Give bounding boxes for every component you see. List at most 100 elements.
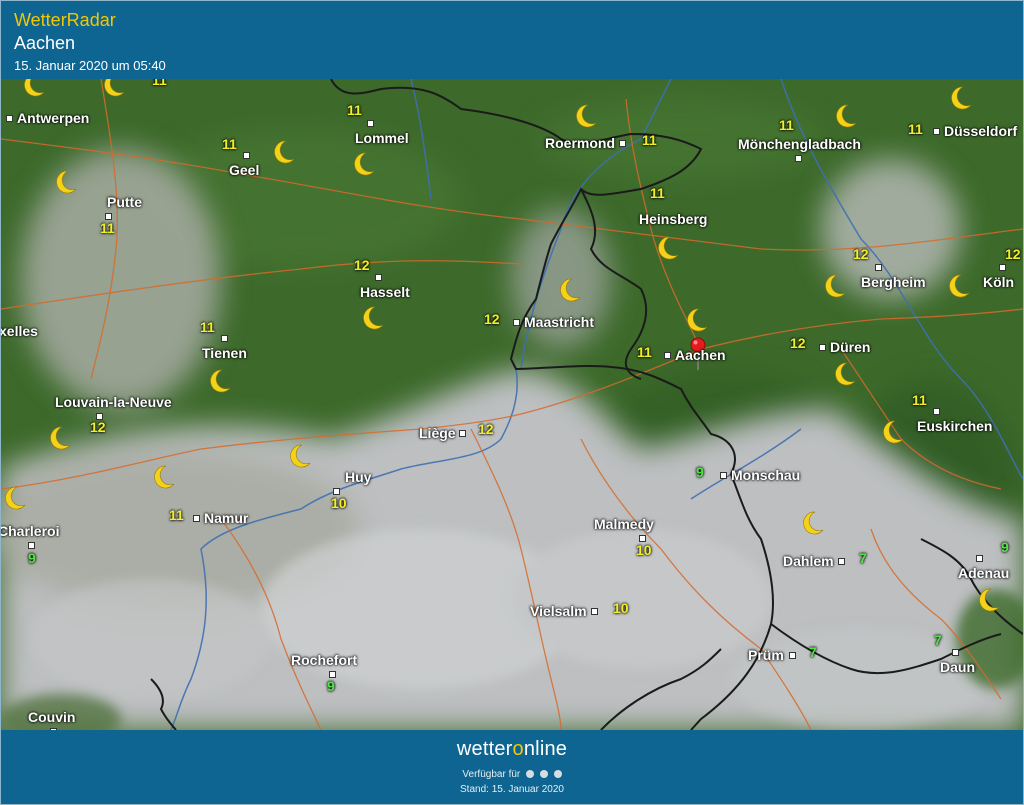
city-marker [329, 671, 336, 678]
city-marker [933, 127, 940, 135]
city-marker [333, 488, 340, 495]
timestamp: 15. Januar 2020 um 05:40 [14, 58, 166, 73]
city-marker [105, 213, 112, 220]
temperature-label: 11 [200, 319, 215, 335]
city-label: Liège [419, 425, 456, 441]
app-footer: wetteronline Verfügbar für Stand: 15. Ja… [1, 730, 1023, 804]
apple-icon[interactable] [539, 770, 548, 779]
moon-icon [274, 140, 295, 164]
city-euskirchen[interactable]: Euskirchen [917, 408, 992, 434]
moon-icon [949, 274, 970, 298]
city-marker [513, 318, 520, 326]
city-pruem[interactable]: Prüm [748, 647, 800, 663]
city-antwerpen[interactable]: Antwerpen [6, 110, 89, 126]
logo-text-left: wetter [456, 738, 513, 760]
city-label: Huy [345, 469, 372, 485]
city-tienen[interactable]: Tienen [202, 335, 247, 361]
moon-icon [290, 444, 311, 468]
city-label: Köln [983, 274, 1015, 290]
moon-icon [56, 170, 77, 194]
city-label: Prüm [748, 647, 784, 663]
city-label: Euskirchen [917, 418, 993, 434]
city-marker [96, 413, 103, 420]
city-marker [221, 335, 228, 342]
city-heinsberg[interactable]: Heinsberg [639, 201, 707, 227]
city-label: Dahlem [783, 553, 834, 569]
city-couvin[interactable]: Couvin [28, 709, 75, 730]
moon-icon [803, 511, 824, 535]
city-roermond[interactable]: Roermond [545, 135, 630, 151]
moon-icon [154, 465, 175, 489]
city-label: Heinsberg [639, 211, 708, 227]
city-namur[interactable]: Namur [193, 510, 248, 526]
temperature-label: 11 [222, 136, 237, 152]
city-marker [367, 120, 374, 127]
city-dahlem[interactable]: Dahlem [783, 553, 849, 569]
city-bruxelles[interactable]: xelles [1, 323, 38, 339]
city-moenchengladbach[interactable]: Mönchengladbach [738, 136, 861, 162]
wetteronline-logo[interactable]: wetteronline [1, 738, 1023, 761]
city-louvain[interactable]: Louvain-la-Neuve [55, 394, 172, 420]
temperature-label: 11 [912, 392, 927, 408]
temperature-label: 11 [347, 102, 362, 118]
app-header: WetterRadar Aachen 15. Januar 2020 um 05… [1, 1, 1023, 79]
city-maastricht[interactable]: Maastricht [513, 314, 594, 330]
city-huy[interactable]: Huy [330, 469, 371, 495]
city-dueren[interactable]: Düren [819, 339, 870, 355]
city-label: Düsseldorf [944, 123, 1018, 139]
city-geel[interactable]: Geel [229, 152, 259, 178]
city-hasselt[interactable]: Hasselt [360, 274, 410, 300]
temperature-label: 12 [484, 311, 500, 327]
temperature-label: 11 [100, 220, 115, 236]
temperature-label: 9 [327, 678, 335, 694]
city-label: Couvin [28, 709, 76, 725]
logo-text-o: o [512, 738, 524, 760]
city-liege[interactable]: Liège [419, 425, 470, 441]
city-vielsalm[interactable]: Vielsalm [530, 603, 602, 619]
city-bergheim[interactable]: Bergheim [861, 264, 926, 290]
city-marker [375, 274, 382, 281]
temperature-label: 11 [650, 185, 665, 201]
city-rochefort[interactable]: Rochefort [291, 652, 357, 678]
temperature-label: 7 [809, 644, 817, 660]
temperature-label: 7 [859, 550, 867, 566]
city-aachen[interactable]: Aachen [664, 347, 726, 363]
city-duesseldorf[interactable]: Düsseldorf [933, 123, 1017, 139]
moon-icon [979, 588, 1000, 612]
windows-icon[interactable] [553, 770, 562, 779]
temperature-label: 7 [934, 632, 942, 648]
android-icon[interactable] [526, 770, 535, 779]
city-label: Aachen [675, 347, 726, 363]
city-charleroi[interactable]: Charleroi [1, 523, 59, 549]
city-label: Geel [229, 162, 260, 178]
moon-icon [560, 278, 581, 302]
city-label: Bergheim [861, 274, 926, 290]
city-daun[interactable]: Daun [940, 649, 975, 675]
city-label: Roermond [545, 135, 615, 151]
data-stand: Stand: 15. Januar 2020 [460, 784, 564, 795]
moon-icon [354, 152, 375, 176]
city-malmedy[interactable]: Malmedy [594, 516, 654, 542]
city-putte[interactable]: Putte [104, 194, 142, 220]
city-marker [933, 408, 940, 415]
city-label: Antwerpen [17, 110, 90, 126]
temperature-label: 10 [613, 600, 629, 616]
moon-icon [825, 274, 846, 298]
moon-icon [363, 306, 384, 330]
moon-icon [658, 236, 679, 260]
city-label: Charleroi [1, 523, 60, 539]
location-name: Aachen [14, 33, 76, 53]
city-label: Mönchengladbach [738, 136, 861, 152]
moon-icon [883, 420, 904, 444]
availability-label: Verfügbar für [462, 769, 521, 780]
moon-icon [951, 86, 972, 110]
city-adenau[interactable]: Adenau [958, 555, 1009, 581]
city-label: Düren [830, 339, 871, 355]
radar-map[interactable]: 11 11 11 11 11 11 11 11 12 12 12 11 12 1… [1, 79, 1023, 730]
city-monschau[interactable]: Monschau [720, 467, 800, 483]
city-marker [837, 557, 845, 565]
city-koeln[interactable]: Köln [983, 264, 1014, 290]
city-marker [458, 429, 466, 437]
temperature-label: 9 [1001, 539, 1009, 555]
city-lommel[interactable]: Lommel [355, 120, 409, 146]
